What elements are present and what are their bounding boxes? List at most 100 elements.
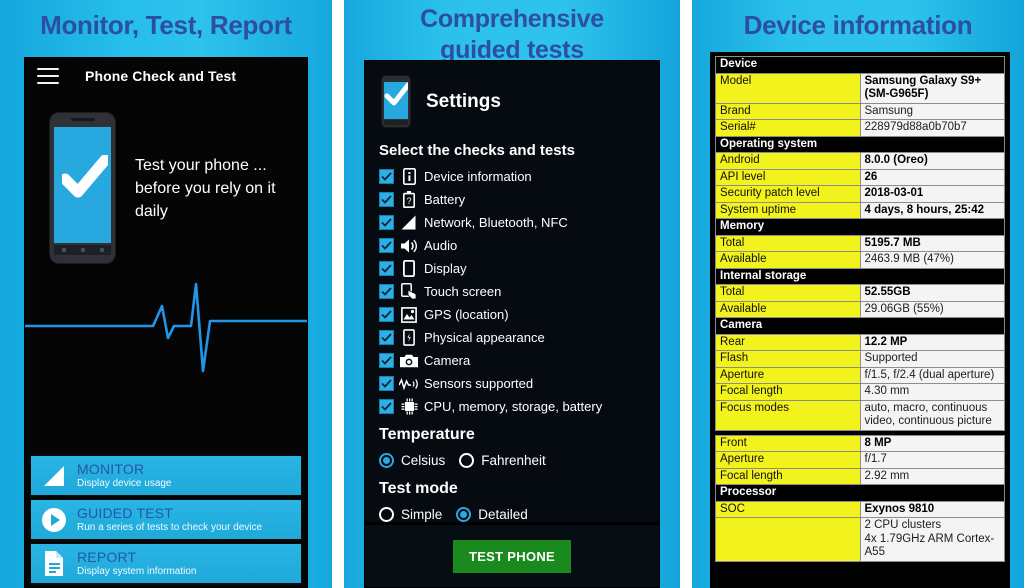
app-bar: Phone Check and Test xyxy=(25,58,307,94)
radio-simple[interactable] xyxy=(379,506,394,522)
section-title: Processor xyxy=(715,484,1005,502)
table-cell-value: 12.2 MP xyxy=(859,333,1005,351)
check-label: Audio xyxy=(424,238,458,253)
radio-label-detailed: Detailed xyxy=(478,506,528,522)
menu-item-subtitle: Run a series of tests to check your devi… xyxy=(77,522,263,533)
table-cell-key: Focal length xyxy=(715,383,861,401)
table-cell-key: Focus modes xyxy=(715,399,861,431)
radio-fahrenheit[interactable] xyxy=(459,452,475,468)
page-title-line-1: Comprehensive xyxy=(420,5,604,33)
menu-item-monitor[interactable]: MONITOR Display device usage xyxy=(30,455,302,496)
checkbox-checked-icon[interactable] xyxy=(379,399,394,414)
page-title: Device information xyxy=(743,10,973,40)
checkbox-checked-icon[interactable] xyxy=(379,192,394,207)
screenshot-root: Monitor, Test, Report Phone Check and Te… xyxy=(0,0,1024,588)
signal-bars-icon xyxy=(31,465,77,487)
panel-divider xyxy=(332,0,344,588)
table-section-row: Processor xyxy=(715,484,1005,502)
radio-celsius-selected[interactable] xyxy=(379,452,394,468)
checkmark-icon xyxy=(62,155,108,198)
table-cell-value: Exynos 9810 xyxy=(859,500,1005,518)
check-row-display[interactable]: Display xyxy=(379,257,659,280)
phone-illustration xyxy=(49,112,116,264)
table-row: Front 8 MP xyxy=(715,434,1005,452)
check-row-audio[interactable]: Audio xyxy=(379,234,659,257)
table-cell-value: Samsung xyxy=(859,102,1005,120)
checkbox-checked-icon[interactable] xyxy=(379,376,394,391)
select-checks-heading: Select the checks and tests xyxy=(379,142,575,159)
table-cell-value: Supported xyxy=(859,350,1005,368)
checkbox-checked-icon[interactable] xyxy=(379,261,394,276)
hamburger-menu-icon[interactable] xyxy=(37,68,59,84)
check-label: Camera xyxy=(424,353,471,368)
panel-monitor-test-report: Monitor, Test, Report Phone Check and Te… xyxy=(0,0,332,588)
table-cell-value: 8 MP xyxy=(859,434,1005,452)
table-cell-value: 4.30 mm xyxy=(859,383,1005,401)
panel-divider xyxy=(680,0,692,588)
settings-header: Settings xyxy=(365,61,659,134)
table-cell-key: System uptime xyxy=(715,201,861,219)
svg-text:?: ? xyxy=(406,196,411,206)
checkbox-checked-icon[interactable] xyxy=(379,353,394,368)
table-cell-value: f/1.7 xyxy=(859,451,1005,469)
hero-line-2: before you rely on it daily xyxy=(135,180,276,220)
test-phone-button[interactable]: TEST PHONE xyxy=(452,539,572,573)
check-row-touch-screen[interactable]: Touch screen xyxy=(379,280,659,303)
check-row-camera[interactable]: Camera xyxy=(379,349,659,372)
phone-check-icon xyxy=(381,75,411,128)
table-cell-key: Total xyxy=(715,234,861,252)
table-cell-key xyxy=(715,517,861,562)
table-cell-value: 2.92 mm xyxy=(859,467,1005,485)
table-section-row: Memory xyxy=(715,218,1005,236)
check-label: Battery xyxy=(424,192,466,207)
checkbox-checked-icon[interactable] xyxy=(379,238,394,253)
hero-line-1: Test your phone ... xyxy=(135,157,267,174)
check-row-cpu-memory[interactable]: CPU, memory, storage, battery xyxy=(379,395,659,418)
table-row: Focal length 2.92 mm xyxy=(715,467,1005,485)
radio-detailed-selected[interactable] xyxy=(456,506,472,522)
check-row-gps[interactable]: GPS (location) xyxy=(379,303,659,326)
menu-item-report[interactable]: REPORT Display system information xyxy=(30,543,302,584)
checkbox-checked-icon[interactable] xyxy=(379,169,394,184)
heartbeat-pulse-graphic xyxy=(25,282,307,373)
table-row: SOC Exynos 9810 xyxy=(715,500,1005,518)
check-row-device-information[interactable]: Device information xyxy=(379,165,659,188)
table-row: Available 29.06GB (55%) xyxy=(715,300,1005,318)
radio-label-simple: Simple xyxy=(401,506,443,522)
check-label: Display xyxy=(424,261,467,276)
check-row-network[interactable]: Network, Bluetooth, NFC xyxy=(379,211,659,234)
table-cell-key: Available xyxy=(715,300,861,318)
table-cell-key: Aperture xyxy=(715,366,861,384)
table-cell-key: Available xyxy=(715,251,861,269)
phone-navbar xyxy=(54,245,111,255)
checkbox-checked-icon[interactable] xyxy=(379,284,394,299)
checkbox-checked-icon[interactable] xyxy=(379,307,394,322)
phone-body-icon xyxy=(394,329,424,346)
table-row: Total 52.55GB xyxy=(715,284,1005,302)
checkmark-icon xyxy=(384,82,408,106)
checks-list: Device information ? Battery Network, Bl… xyxy=(365,165,659,418)
section-title: Camera xyxy=(715,317,1005,335)
check-row-battery[interactable]: ? Battery xyxy=(379,188,659,211)
cpu-chip-icon xyxy=(394,398,424,415)
checkbox-checked-icon[interactable] xyxy=(379,215,394,230)
table-row: 2 CPU clusters 4x 1.79GHz ARM Cortex-A55 xyxy=(715,517,1005,562)
table-row: Focal length 4.30 mm xyxy=(715,383,1005,401)
menu-item-guided-test[interactable]: GUIDED TEST Run a series of tests to che… xyxy=(30,499,302,540)
check-label: Device information xyxy=(424,169,532,184)
play-circle-icon xyxy=(31,507,77,533)
checkbox-checked-icon[interactable] xyxy=(379,330,394,345)
table-cell-key: Serial# xyxy=(715,119,861,137)
device-screenshot-middle: Settings Select the checks and tests Dev… xyxy=(364,60,660,588)
signal-bars-icon xyxy=(394,215,424,230)
radio-label-celsius: Celsius xyxy=(401,452,446,468)
document-icon xyxy=(31,550,77,577)
check-row-sensors[interactable]: Sensors supported xyxy=(379,372,659,395)
check-row-physical-appearance[interactable]: Physical appearance xyxy=(379,326,659,349)
table-cell-key: Flash xyxy=(715,350,861,368)
table-section-row: Camera xyxy=(715,317,1005,335)
table-cell-value: 2018-03-01 xyxy=(859,185,1005,203)
table-cell-key: Focal length xyxy=(715,467,861,485)
page-title: Monitor, Test, Report xyxy=(40,10,292,40)
table-cell-value: 29.06GB (55%) xyxy=(859,300,1005,318)
